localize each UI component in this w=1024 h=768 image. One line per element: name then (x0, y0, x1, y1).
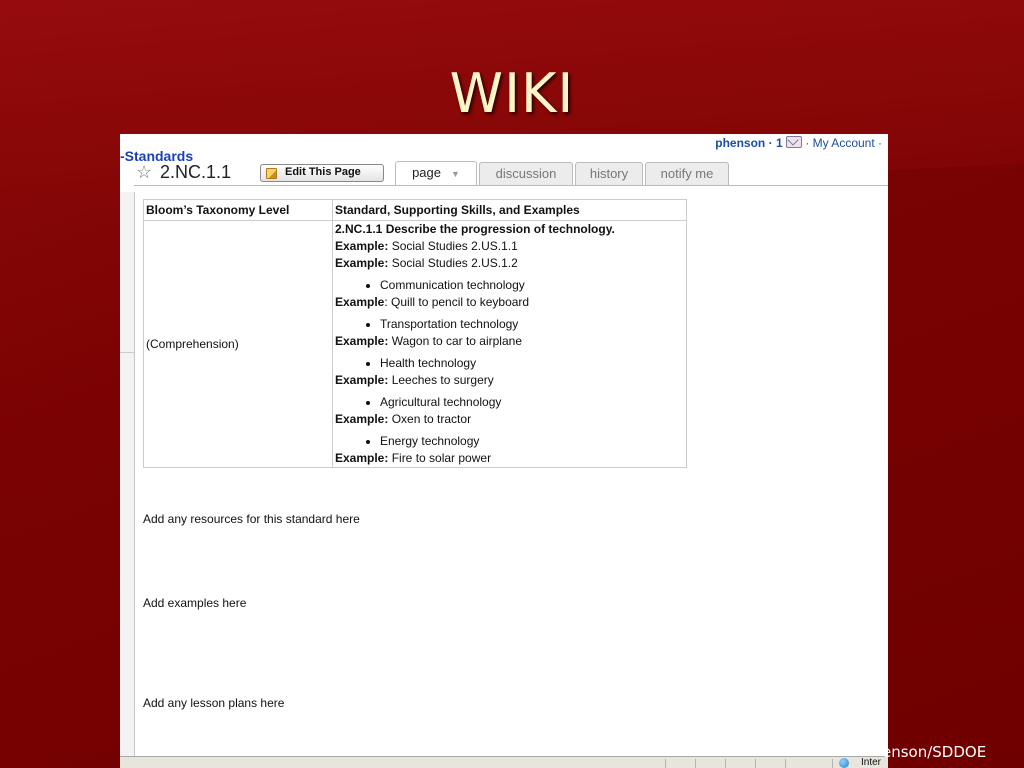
wiki-screenshot: phenson · 1 · My Account · -Standards ☆ … (120, 134, 888, 768)
globe-icon (839, 758, 849, 768)
bloom-level-cell: (Comprehension) (143, 220, 333, 468)
list-item: Energy technology (335, 433, 684, 450)
tab-page[interactable]: page ▼ (395, 161, 477, 186)
column-header-standard: Standard, Supporting Skills, and Example… (332, 199, 687, 221)
standard-cell: 2.NC.1.1 Describe the progression of tec… (332, 220, 687, 468)
column-header-bloom-level: Bloom’s Taxonomy Level (143, 199, 333, 221)
security-zone-label: Inter (861, 757, 882, 768)
browser-status-bar: Inter (120, 756, 888, 768)
tab-page-label: page (412, 165, 441, 180)
list-item: Agricultural technology (335, 394, 684, 411)
tab-divider (134, 185, 888, 186)
example-line: Example: Fire to solar power (335, 451, 492, 465)
example-line: Example: Quill to pencil to keyboard (335, 295, 530, 309)
examples-note: Add examples here (143, 596, 247, 610)
status-divider (665, 759, 666, 768)
page-title: 2.NC.1.1 (160, 162, 232, 182)
tab-history-label: history (589, 166, 629, 181)
table-header-row: Bloom’s Taxonomy Level Standard, Support… (143, 199, 687, 221)
edit-page-button[interactable]: Edit This Page (260, 164, 384, 182)
status-divider (725, 759, 726, 768)
tab-notify-me[interactable]: notify me (645, 162, 729, 185)
user-bar: phenson · 1 · My Account · (715, 136, 882, 150)
slide-title: WIKI (449, 62, 575, 125)
example-line: Example: Wagon to car to airplane (335, 334, 522, 348)
resources-note: Add any resources for this standard here (143, 512, 360, 526)
list-item: Transportation technology (335, 316, 684, 333)
tab-notify-me-label: notify me (660, 166, 714, 181)
status-divider (695, 759, 696, 768)
edit-page-label: Edit This Page (285, 166, 361, 178)
list-item: Health technology (335, 355, 684, 372)
table-row: (Comprehension) 2.NC.1.1 Describe the pr… (143, 220, 687, 468)
message-count[interactable]: · 1 (769, 136, 783, 150)
slide-credit: enson/SDDOE (882, 743, 987, 761)
status-divider (832, 759, 833, 768)
status-divider (785, 759, 786, 768)
gutter-divider (120, 352, 134, 353)
standard-text: 2.NC.1.1 Describe the progression of tec… (335, 222, 615, 236)
username-link[interactable]: phenson (715, 136, 765, 150)
tab-history[interactable]: history (575, 162, 643, 185)
list-item: Communication technology (335, 277, 684, 294)
mail-icon[interactable] (785, 136, 802, 148)
star-icon[interactable]: ☆ (136, 162, 152, 183)
standards-table: Bloom’s Taxonomy Level Standard, Support… (143, 199, 687, 468)
pencil-icon (266, 168, 277, 179)
example-line: Example: Social Studies 2.US.1.2 (335, 256, 518, 270)
tab-discussion-label: discussion (495, 166, 557, 181)
tab-discussion[interactable]: discussion (479, 162, 573, 185)
example-line: Example: Leeches to surgery (335, 373, 494, 387)
status-divider (755, 759, 756, 768)
lesson-plans-note: Add any lesson plans here (143, 696, 285, 710)
left-panel-edge (120, 192, 135, 758)
example-line: Example: Social Studies 2.US.1.1 (335, 239, 518, 253)
my-account-link[interactable]: · My Account · (805, 136, 882, 150)
example-line: Example: Oxen to tractor (335, 412, 472, 426)
chevron-down-icon[interactable]: ▼ (451, 169, 460, 179)
